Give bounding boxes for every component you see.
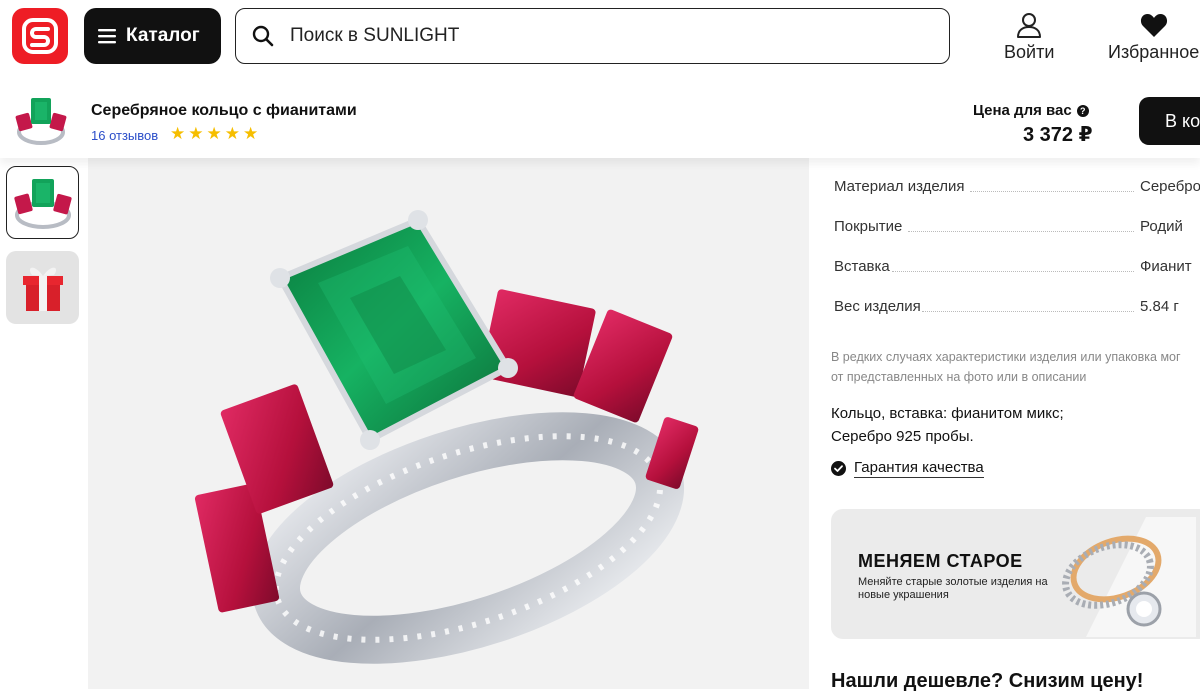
product-description: Кольцо, вставка: фианитом микс; Серебро … <box>831 402 1064 448</box>
sticky-product-bar: Серебряное кольцо с фианитами 16 отзывов… <box>0 80 1200 158</box>
price-match-heading: Нашли дешевле? Снизим цену! <box>831 670 1144 692</box>
spec-value: Фианит <box>1140 258 1192 275</box>
spec-leader-dots <box>970 191 1134 192</box>
spec-leader-dots <box>908 231 1134 232</box>
disclaimer-note: В редких случаях характеристики изделия … <box>831 347 1200 387</box>
specifications-list: Материал изделия Серебро Покрытие Родий … <box>834 170 1200 330</box>
add-to-cart-label: В корзину <box>1165 110 1200 131</box>
promo-rings-image <box>1062 517 1196 637</box>
product-thumbnail[interactable] <box>12 92 70 150</box>
spec-label: Материал изделия <box>834 178 965 195</box>
spec-row-coating: Покрытие Родий <box>834 210 1200 250</box>
quality-guarantee-link[interactable]: Гарантия качества <box>831 459 984 478</box>
favorites-label: Избранное <box>1108 42 1200 62</box>
heart-icon <box>1140 14 1167 37</box>
spec-row-weight: Вес изделия 5.84 г <box>834 290 1200 330</box>
description-line: Серебро 925 пробы. <box>831 428 974 445</box>
help-icon[interactable]: ? <box>1076 104 1089 117</box>
star-icon: ★ <box>224 124 240 143</box>
promo-subtitle: Меняйте старые золотые изделия на новые … <box>858 576 1048 601</box>
star-icon: ★ <box>170 124 186 143</box>
login-button[interactable]: Войти <box>1004 12 1054 63</box>
spec-row-material: Материал изделия Серебро <box>834 170 1200 210</box>
spec-leader-dots <box>922 311 1134 312</box>
menu-icon <box>98 29 116 44</box>
product-title: Серебряное кольцо с фианитами <box>91 102 357 119</box>
price-label: Цена для вас ? <box>973 102 1089 119</box>
add-to-cart-button[interactable]: В корзину <box>1139 97 1200 145</box>
search-input[interactable] <box>290 25 890 47</box>
spec-label: Вставка <box>834 258 890 275</box>
trade-in-promo-banner[interactable]: МЕНЯЕМ СТАРОЕ Меняйте старые золотые изд… <box>831 509 1200 639</box>
spec-label: Покрытие <box>834 218 903 235</box>
login-label: Войти <box>1004 42 1055 62</box>
ring-photo <box>194 210 699 664</box>
star-icon: ★ <box>206 124 222 143</box>
sunlight-logo-icon <box>22 18 58 54</box>
disclaimer-line: от представленных на фото или в описании <box>831 370 1087 384</box>
user-icon <box>1017 13 1042 38</box>
reviews-link[interactable]: 16 отзывов <box>91 128 158 143</box>
product-main-image[interactable] <box>88 158 809 689</box>
check-circle-icon <box>831 461 846 476</box>
price-label-text: Цена для вас <box>973 102 1072 119</box>
spec-leader-dots <box>892 271 1134 272</box>
catalog-label: Каталог <box>126 25 200 46</box>
site-header: Каталог Войти Избранное <box>0 0 1200 80</box>
product-price: 3 372 ₽ <box>1023 124 1093 146</box>
gift-box-image <box>23 267 63 311</box>
ring-image <box>15 98 67 145</box>
description-line: Кольцо, вставка: фианитом микс; <box>831 405 1064 422</box>
spec-row-insert: Вставка Фианит <box>834 250 1200 290</box>
spec-value: Серебро <box>1140 178 1200 195</box>
sunlight-logo[interactable] <box>12 8 68 64</box>
disclaimer-line: В редких случаях характеристики изделия … <box>831 350 1181 364</box>
star-icon: ★ <box>188 124 204 143</box>
promo-title: МЕНЯЕМ СТАРОЕ <box>858 551 1023 571</box>
spec-label: Вес изделия <box>834 298 921 315</box>
favorites-button[interactable]: Избранное <box>1108 12 1199 63</box>
gallery-thumb-ring[interactable] <box>6 166 79 239</box>
rating-stars: ★ ★ ★ ★ ★ <box>170 125 258 142</box>
search-bar[interactable] <box>235 8 950 64</box>
star-icon: ★ <box>243 124 259 143</box>
gallery-thumb-gift[interactable] <box>6 251 79 324</box>
catalog-button[interactable]: Каталог <box>84 8 221 64</box>
spec-value: Родий <box>1140 218 1183 235</box>
search-icon[interactable] <box>252 25 274 47</box>
spec-value: 5.84 г <box>1140 298 1179 315</box>
guarantee-label: Гарантия качества <box>854 459 984 478</box>
ring-thumb-image <box>14 179 72 229</box>
